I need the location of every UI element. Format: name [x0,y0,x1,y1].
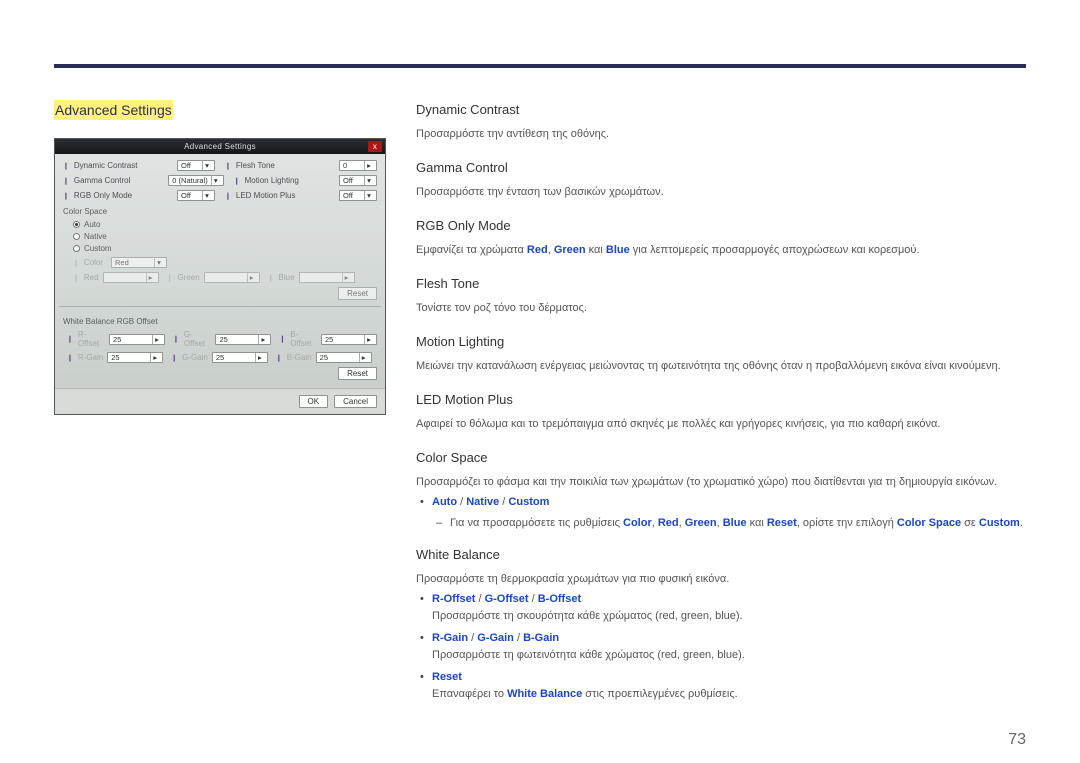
stepper-green[interactable]: ▸ [204,272,260,283]
heading-flesh-tone: Flesh Tone [416,274,1026,294]
label-dynamic-contrast: Dynamic Contrast [74,161,138,170]
panel-body: ❙ Dynamic Contrast Off▾ ❙ Flesh Tone 0▸ … [55,154,385,388]
stepper-b-gain[interactable]: 25▸ [316,352,372,363]
section-title: Advanced Settings [54,100,173,120]
chevron-right-icon: ▸ [364,161,373,170]
text-flesh-tone: Τονίστε τον ροζ τόνο του δέρματος. [416,300,1026,317]
label-color: Color [84,258,103,267]
list-item: R-Offset / G-Offset / B-Offset Προσαρμόσ… [432,591,1026,624]
ok-button[interactable]: OK [299,395,329,408]
heading-motion-lighting: Motion Lighting [416,332,1026,352]
text-rgb-only: Εμφανίζει τα χρώματα Red, Green και Blue… [416,242,1026,259]
radio-custom[interactable]: Custom [73,244,377,253]
docs-column: Dynamic Contrast Προσαρμόστε την αντίθεσ… [416,100,1026,723]
bullet-icon: ❙ [63,162,69,170]
chevron-down-icon: ▾ [202,161,211,170]
heading-rgb-only: RGB Only Mode [416,216,1026,236]
heading-wb: White Balance RGB Offset [63,317,377,326]
stepper-red[interactable]: ▸ [103,272,159,283]
panel-title: Advanced Settings [184,142,256,151]
stepper-r-gain[interactable]: 25▸ [107,352,163,363]
label-led-motion-plus: LED Motion Plus [236,191,296,200]
stepper-r-offset[interactable]: 25▸ [109,334,165,345]
label-gamma-control: Gamma Control [74,176,130,185]
custom-channels-row: ❙Red▸ ❙Green▸ ❙Blue▸ [63,272,377,283]
heading-white-balance: White Balance [416,545,1026,565]
list-item: Για να προσαρμόσετε τις ρυθμίσεις Color,… [450,515,1026,532]
reset-colorspace-button[interactable]: Reset [338,287,377,300]
text-dynamic-contrast: Προσαρμόστε την αντίθεση της οθόνης. [416,126,1026,143]
heading-color-space: Color Space [63,207,377,216]
left-column: Advanced Settings Advanced Settings x ❙ … [54,100,386,723]
list-item: Auto / Native / Custom Για να προσαρμόσε… [432,494,1026,531]
select-gamma-control[interactable]: 0 (Natural)▾ [168,175,223,186]
color-space-options-list: Auto / Native / Custom Για να προσαρμόσε… [416,494,1026,531]
label-rgb-only: RGB Only Mode [74,191,132,200]
close-icon[interactable]: x [368,141,382,152]
wb-gain-row: ❙R-Gain25▸ ❙G-Gain25▸ ❙B-Gain25▸ [63,352,377,363]
text-white-balance: Προσαρμόστε τη θερμοκρασία χρωμάτων για … [416,571,1026,588]
list-item: Reset Επαναφέρει το White Balance στις π… [432,669,1026,702]
page-number: 73 [1008,731,1026,749]
row-gamma-control: ❙Gamma Control 0 (Natural)▾ ❙Motion Ligh… [63,175,377,186]
heading-gamma-control: Gamma Control [416,158,1026,178]
heading-dynamic-contrast: Dynamic Contrast [416,100,1026,120]
select-dynamic-contrast[interactable]: Off▾ [177,160,215,171]
select-led-motion-plus[interactable]: Off▾ [339,190,377,201]
select-color[interactable]: Red▾ [111,257,167,268]
text-led-motion-plus: Αφαιρεί το θόλωμα και το τρεμόπαιγμα από… [416,416,1026,433]
stepper-blue[interactable]: ▸ [299,272,355,283]
label-flesh-tone: Flesh Tone [236,161,275,170]
custom-color-row: ❙Color Red▾ [63,257,377,268]
settings-panel: Advanced Settings x ❙ Dynamic Contrast O… [54,138,386,415]
label-motion-lighting: Motion Lighting [245,176,299,185]
wb-offset-row: ❙R-Offset25▸ ❙G-Offset25▸ ❙B-Offset25▸ [63,330,377,348]
stepper-g-offset[interactable]: 25▸ [215,334,271,345]
heading-led-motion-plus: LED Motion Plus [416,390,1026,410]
radio-auto[interactable]: Auto [73,220,377,229]
panel-titlebar: Advanced Settings x [55,139,385,154]
row-dynamic-contrast: ❙ Dynamic Contrast Off▾ ❙ Flesh Tone 0▸ [63,160,377,171]
select-motion-lighting[interactable]: Off▾ [339,175,377,186]
page-content: Advanced Settings Advanced Settings x ❙ … [54,100,1026,723]
radio-native[interactable]: Native [73,232,377,241]
color-space-radios: Auto Native Custom [63,220,377,253]
cancel-button[interactable]: Cancel [334,395,377,408]
select-rgb-only[interactable]: Off▾ [177,190,215,201]
row-rgb-only: ❙RGB Only Mode Off▾ ❙LED Motion Plus Off… [63,190,377,201]
white-balance-list: R-Offset / G-Offset / B-Offset Προσαρμόσ… [416,591,1026,702]
reset-wb-button[interactable]: Reset [338,367,377,380]
stepper-b-offset[interactable]: 25▸ [321,334,377,345]
text-gamma-control: Προσαρμόστε την ένταση των βασικών χρωμά… [416,184,1026,201]
heading-color-space: Color Space [416,448,1026,468]
list-item: R-Gain / G-Gain / B-Gain Προσαρμόστε τη … [432,630,1026,663]
select-flesh-tone[interactable]: 0▸ [339,160,377,171]
bullet-icon: ❙ [225,162,231,170]
stepper-g-gain[interactable]: 25▸ [212,352,268,363]
text-color-space: Προσαρμόζει το φάσμα και την ποικιλία τω… [416,474,1026,491]
text-motion-lighting: Μειώνει την κατανάλωση ενέργειας μειώνον… [416,358,1026,375]
page-top-rule [54,64,1026,68]
panel-footer: OK Cancel [55,388,385,414]
